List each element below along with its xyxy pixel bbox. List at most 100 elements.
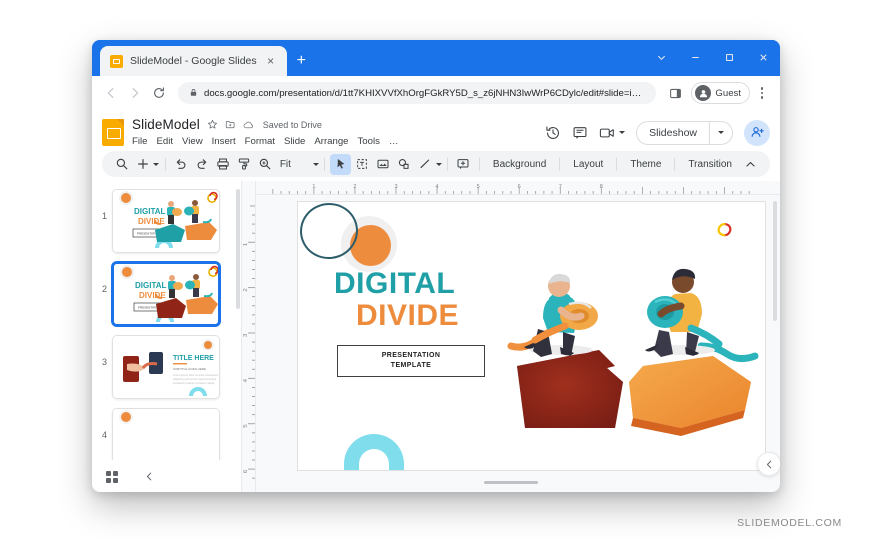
maximize-icon[interactable] (712, 40, 746, 74)
slide-thumbnail-4[interactable] (112, 408, 220, 461)
redo-icon[interactable] (192, 154, 213, 175)
collapse-notes-icon[interactable] (757, 452, 780, 476)
theme-button[interactable]: Theme (622, 159, 669, 170)
chevron-down-icon[interactable] (644, 40, 678, 74)
profile-chip[interactable]: Guest (691, 82, 750, 104)
active-slide[interactable]: DIGITAL DIVIDE PRESENTATION TEMPLATE (297, 201, 766, 472)
slide-subtitle-box[interactable]: PRESENTATION TEMPLATE (337, 345, 485, 378)
menu-edit[interactable]: Edit (156, 136, 173, 147)
svg-text:4: 4 (436, 184, 439, 190)
chevron-up-icon[interactable] (740, 154, 761, 175)
list-item[interactable]: 1 DIGITAL DIVIDE PRESENTATION (96, 189, 235, 254)
svg-text:TITLE HERE: TITLE HERE (173, 355, 214, 362)
ruler-ticks: 1 2 3 4 5 6 7 8 (272, 184, 750, 195)
slides-favicon-icon (110, 54, 123, 68)
svg-text:4: 4 (243, 378, 249, 382)
divider (478, 157, 480, 171)
notes-resize-handle[interactable] (484, 481, 538, 484)
menu-tools[interactable]: Tools (358, 136, 380, 147)
svg-text:DIVIDE: DIVIDE (139, 291, 166, 300)
tab-close-icon[interactable]: × (264, 55, 278, 67)
slideshow-dropdown[interactable] (710, 122, 732, 144)
svg-text:DIVIDE: DIVIDE (138, 217, 165, 226)
star-icon[interactable] (207, 119, 218, 130)
zoom-level-label[interactable]: Fit (276, 159, 295, 170)
reload-icon[interactable] (148, 82, 170, 104)
meet-camera-button[interactable] (599, 125, 626, 141)
back-icon[interactable] (100, 82, 122, 104)
comment-icon[interactable] (572, 125, 588, 141)
chrome-menu-icon[interactable] (752, 82, 772, 104)
paint-format-icon[interactable] (234, 154, 255, 175)
slideshow-button[interactable]: Slideshow (636, 120, 733, 145)
slides-app: SlideModel Saved to Drive File Edit View… (92, 110, 780, 492)
background-button[interactable]: Background (485, 159, 554, 170)
google-slides-logo-icon[interactable] (102, 119, 124, 147)
list-item[interactable]: 2 DIGITAL DIVIDE PRESENTATION (96, 262, 235, 327)
slide-thumbnail-1[interactable]: DIGITAL DIVIDE PRESENTATION (112, 189, 220, 254)
slide-thumbnail-2[interactable]: DIGITAL DIVIDE PRESENTATION (112, 262, 220, 327)
minimize-icon[interactable] (678, 40, 712, 74)
svg-text:1: 1 (243, 243, 249, 246)
zoom-dropdown[interactable] (312, 162, 319, 166)
menu-more[interactable]: … (389, 136, 399, 147)
menu-format[interactable]: Format (245, 136, 275, 147)
move-to-folder-icon[interactable] (225, 119, 236, 130)
side-panel-icon[interactable] (664, 82, 686, 104)
svg-text:Lorem ipsum dolor sit amet con: Lorem ipsum dolor sit amet consectetur (173, 373, 219, 377)
list-item[interactable]: 4 (96, 408, 235, 461)
slide-filmstrip: 1 DIGITAL DIVIDE PRESENTATION 2 DIGITAL … (92, 181, 242, 492)
cloud-icon (243, 119, 255, 131)
textbox-icon[interactable] (351, 154, 372, 175)
document-title[interactable]: SlideModel (132, 117, 200, 132)
profile-label: Guest (715, 87, 741, 99)
list-item[interactable]: 3 TITLE HERE SUBTITLE GOES HERE Lorem ip… (96, 335, 235, 400)
svg-text:incididunt ut labore et dolore: incididunt ut labore et dolore magna (173, 381, 215, 385)
menu-file[interactable]: File (132, 136, 147, 147)
collapse-left-icon[interactable] (144, 471, 155, 482)
close-icon[interactable] (746, 40, 780, 74)
illustration-figure-left (507, 274, 598, 358)
svg-text:5: 5 (477, 184, 480, 190)
add-comment-icon[interactable] (453, 154, 474, 175)
undo-icon[interactable] (171, 154, 192, 175)
slide-thumbnail-3[interactable]: TITLE HERE SUBTITLE GOES HERE Lorem ipsu… (112, 335, 220, 400)
new-tab-button[interactable]: + (297, 53, 306, 69)
menu-view[interactable]: View (182, 136, 203, 147)
thumbnail-preview (113, 409, 219, 461)
slide-canvas-area[interactable]: 1234 5678 1 2 3 4 5 6 DIGITAL DIVIDE PRE… (242, 181, 780, 492)
menu-insert[interactable]: Insert (212, 136, 236, 147)
search-icon[interactable] (111, 154, 132, 175)
version-history-icon[interactable] (545, 125, 561, 141)
slide-illustration[interactable] (503, 232, 765, 470)
menu-slide[interactable]: Slide (284, 136, 305, 147)
grid-view-icon[interactable] (106, 470, 118, 483)
cursor-icon[interactable] (330, 153, 352, 175)
chevron-down-icon (718, 131, 724, 135)
line-dropdown[interactable] (435, 162, 442, 166)
share-button[interactable] (744, 119, 770, 146)
svg-text:DIGITAL: DIGITAL (134, 207, 166, 216)
canvas-scrollbar[interactable] (773, 201, 777, 322)
divider (324, 157, 326, 171)
new-slide-icon[interactable] (132, 154, 153, 175)
forward-icon[interactable] (124, 82, 146, 104)
transition-button[interactable]: Transition (680, 159, 740, 170)
line-icon[interactable] (414, 154, 435, 175)
filmstrip-scrollbar[interactable] (236, 189, 240, 310)
divider (674, 157, 676, 171)
zoom-icon[interactable] (255, 154, 276, 175)
chevron-down-icon (619, 131, 626, 135)
menu-bar: File Edit View Insert Format Slide Arran… (132, 134, 399, 149)
image-icon[interactable] (372, 154, 393, 175)
browser-tab[interactable]: SlideModel - Google Slides × (100, 46, 287, 76)
svg-text:SUBTITLE GOES HERE: SUBTITLE GOES HERE (173, 367, 206, 371)
layout-button[interactable]: Layout (565, 159, 611, 170)
shape-icon[interactable] (393, 154, 414, 175)
new-slide-dropdown[interactable] (153, 162, 160, 166)
address-bar[interactable]: docs.google.com/presentation/d/1tt7KHIXV… (178, 82, 657, 104)
thumbnail-preview: TITLE HERE SUBTITLE GOES HERE Lorem ipsu… (113, 336, 219, 399)
menu-arrange[interactable]: Arrange (314, 136, 348, 147)
chevron-down-icon (435, 162, 442, 166)
print-icon[interactable] (213, 154, 234, 175)
